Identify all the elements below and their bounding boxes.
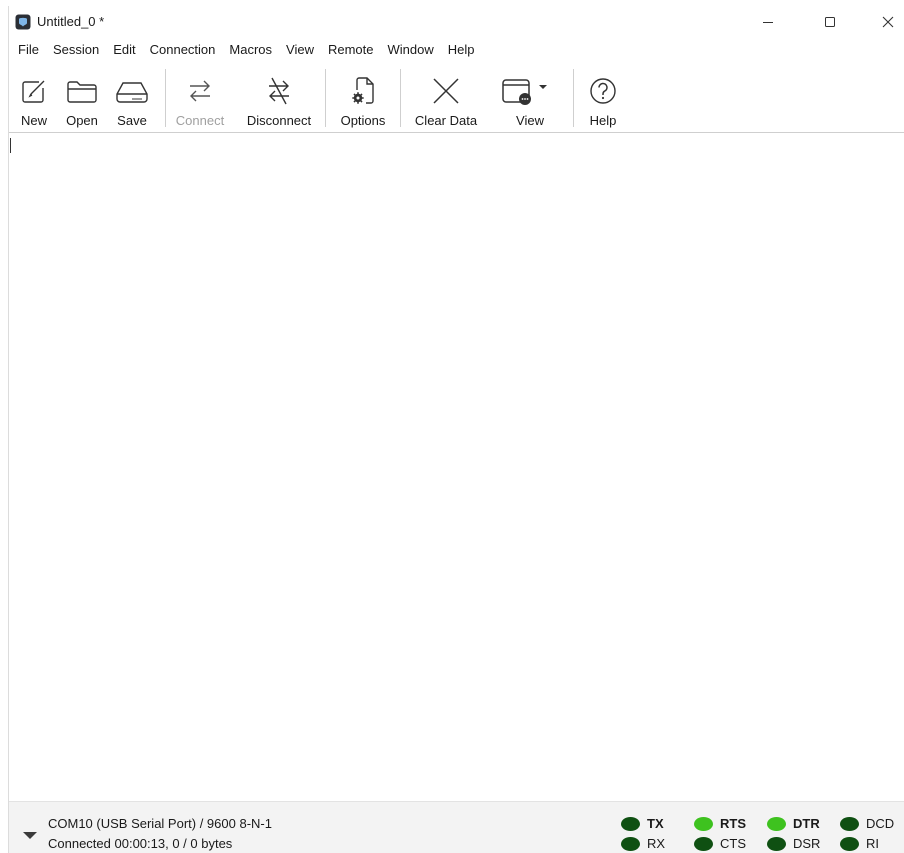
rx-indicator: RX (621, 836, 665, 851)
open-button[interactable]: Open (59, 67, 105, 129)
disconnect-button[interactable]: Disconnect (238, 67, 320, 129)
text-cursor (10, 138, 11, 153)
close-button[interactable] (865, 6, 904, 38)
disconnect-label: Disconnect (246, 113, 312, 128)
toolbar-separator (573, 69, 574, 127)
dsr-led-icon (767, 836, 786, 851)
toolbar-separator (165, 69, 166, 127)
rts-indicator: RTS (694, 816, 746, 831)
close-icon (882, 16, 894, 28)
rts-led-icon (694, 816, 713, 831)
help-button[interactable]: Help (581, 67, 625, 129)
disconnect-arrows-icon (263, 73, 295, 109)
save-label: Save (117, 113, 147, 128)
maximize-icon (825, 17, 835, 27)
title-bar: Untitled_0 * (9, 6, 904, 38)
cts-label: CTS (720, 836, 746, 851)
dcd-indicator: DCD (840, 816, 894, 831)
new-button[interactable]: New (13, 67, 55, 129)
menu-help[interactable]: Help (441, 38, 482, 62)
drive-icon (114, 73, 150, 109)
connection-info: Connected 00:00:13, 0 / 0 bytes (48, 836, 233, 851)
connect-label: Connect (175, 113, 225, 128)
dsr-label: DSR (793, 836, 821, 851)
help-label: Help (589, 113, 617, 128)
dtr-label: DTR (793, 816, 820, 831)
dsr-indicator: DSR (767, 836, 820, 851)
cts-indicator: CTS (694, 836, 746, 851)
view-label: View (516, 113, 544, 128)
menu-view[interactable]: View (279, 38, 321, 62)
menu-edit[interactable]: Edit (106, 38, 142, 62)
menu-window[interactable]: Window (381, 38, 441, 62)
menu-connection[interactable]: Connection (143, 38, 223, 62)
new-label: New (20, 113, 47, 128)
window-view-icon (499, 73, 561, 109)
edit-icon (19, 73, 49, 109)
open-label: Open (66, 113, 98, 128)
dcd-label: DCD (866, 816, 895, 831)
save-button[interactable]: Save (110, 67, 154, 129)
connect-arrows-icon (184, 73, 216, 109)
menu-file[interactable]: File (11, 38, 46, 62)
window-title: Untitled_0 * (37, 14, 105, 29)
clear-data-label: Clear Data (414, 113, 478, 128)
maximize-button[interactable] (807, 6, 853, 38)
port-info: COM10 (USB Serial Port) / 9600 8-N-1 (48, 816, 272, 831)
question-circle-icon (588, 73, 618, 109)
tx-indicator: TX (621, 816, 664, 831)
dcd-led-icon (840, 816, 859, 831)
settings-document-icon (348, 73, 378, 109)
rts-label: RTS (720, 816, 746, 831)
menu-remote[interactable]: Remote (321, 38, 381, 62)
app-window: Untitled_0 * File Session Edit Connectio… (8, 6, 904, 853)
menu-macros[interactable]: Macros (222, 38, 279, 62)
menu-session[interactable]: Session (46, 38, 106, 62)
ri-led-icon (840, 836, 859, 851)
cts-led-icon (694, 836, 713, 851)
connect-button[interactable]: Connect (169, 67, 231, 129)
minimize-button[interactable] (745, 6, 791, 38)
options-label: Options (340, 113, 386, 128)
status-bar: COM10 (USB Serial Port) / 9600 8-N-1 Con… (9, 801, 904, 853)
chevron-down-icon[interactable] (23, 828, 37, 843)
toolbar: New Open Save Connect Disconnect Options… (9, 63, 904, 133)
view-button[interactable]: View (497, 67, 563, 129)
dtr-led-icon (767, 816, 786, 831)
terminal-area[interactable] (9, 134, 904, 799)
options-button[interactable]: Options (330, 67, 396, 129)
folder-icon (65, 73, 99, 109)
rx-led-icon (621, 836, 640, 851)
toolbar-separator (325, 69, 326, 127)
tx-led-icon (621, 816, 640, 831)
ri-label: RI (866, 836, 879, 851)
rx-label: RX (647, 836, 666, 851)
clear-data-button[interactable]: Clear Data (405, 67, 487, 129)
toolbar-separator (400, 69, 401, 127)
ri-indicator: RI (840, 836, 879, 851)
minimize-icon (763, 22, 773, 23)
terminal-app-icon (15, 14, 31, 30)
dtr-indicator: DTR (767, 816, 820, 831)
menu-bar: File Session Edit Connection Macros View… (9, 38, 904, 62)
x-icon (430, 73, 462, 109)
tx-label: TX (647, 816, 664, 831)
